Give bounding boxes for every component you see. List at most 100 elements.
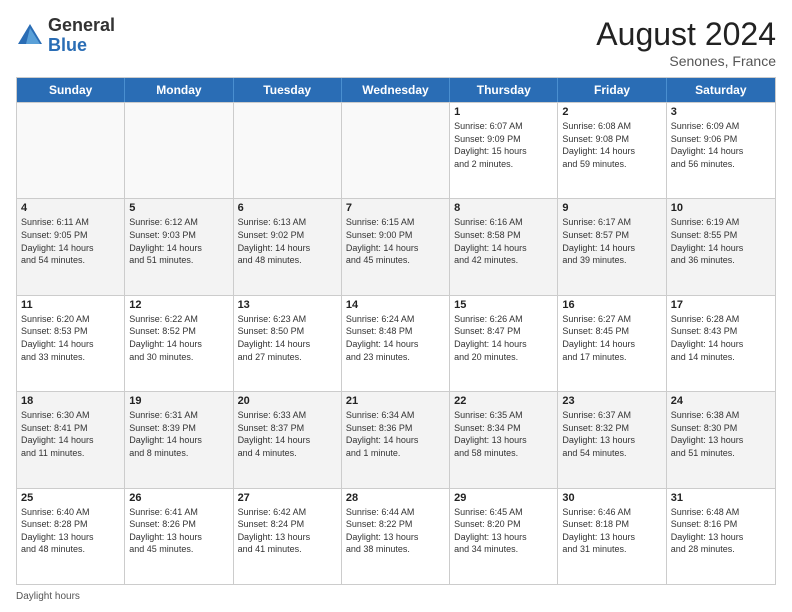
calendar-cell: 20 Sunrise: 6:33 AM Sunset: 8:37 PM Dayli…: [234, 392, 342, 487]
calendar-cell: 19 Sunrise: 6:31 AM Sunset: 8:39 PM Dayli…: [125, 392, 233, 487]
logo-blue-text: Blue: [48, 36, 115, 56]
day-info: Sunrise: 6:19 AM Sunset: 8:55 PM Dayligh…: [671, 216, 771, 266]
calendar-cell: 1 Sunrise: 6:07 AM Sunset: 9:09 PM Daylig…: [450, 103, 558, 198]
day-number: 20: [238, 395, 337, 407]
day-info: Sunrise: 6:08 AM Sunset: 9:08 PM Dayligh…: [562, 120, 661, 170]
header-tuesday: Tuesday: [234, 78, 342, 102]
day-number: 23: [562, 395, 661, 407]
calendar-cell: 23 Sunrise: 6:37 AM Sunset: 8:32 PM Dayli…: [558, 392, 666, 487]
day-number: 9: [562, 202, 661, 214]
day-info: Sunrise: 6:38 AM Sunset: 8:30 PM Dayligh…: [671, 409, 771, 459]
day-info: Sunrise: 6:22 AM Sunset: 8:52 PM Dayligh…: [129, 313, 228, 363]
day-info: Sunrise: 6:31 AM Sunset: 8:39 PM Dayligh…: [129, 409, 228, 459]
calendar-cell: 13 Sunrise: 6:23 AM Sunset: 8:50 PM Dayli…: [234, 296, 342, 391]
calendar-week-3: 11Sunrise: 6:20 AM Sunset: 8:53 PM Dayli…: [17, 295, 775, 391]
day-info: Sunrise: 6:26 AM Sunset: 8:47 PM Dayligh…: [454, 313, 553, 363]
calendar-cell: 3 Sunrise: 6:09 AM Sunset: 9:06 PM Daylig…: [667, 103, 775, 198]
day-info: Sunrise: 6:40 AM Sunset: 8:28 PM Dayligh…: [21, 506, 120, 556]
day-number: 6: [238, 202, 337, 214]
day-info: Sunrise: 6:41 AM Sunset: 8:26 PM Dayligh…: [129, 506, 228, 556]
month-title: August 2024: [596, 16, 776, 53]
day-number: 3: [671, 106, 771, 118]
calendar-week-1: 1 Sunrise: 6:07 AM Sunset: 9:09 PM Daylig…: [17, 102, 775, 198]
day-info: Sunrise: 6:15 AM Sunset: 9:00 PM Dayligh…: [346, 216, 445, 266]
day-number: 25: [21, 492, 120, 504]
calendar-week-4: 18Sunrise: 6:30 AM Sunset: 8:41 PM Dayli…: [17, 391, 775, 487]
calendar-cell: 11Sunrise: 6:20 AM Sunset: 8:53 PM Dayli…: [17, 296, 125, 391]
header-wednesday: Wednesday: [342, 78, 450, 102]
page: General Blue August 2024 Senones, France…: [0, 0, 792, 612]
calendar-cell: 5Sunrise: 6:12 AM Sunset: 9:03 PM Daylig…: [125, 199, 233, 294]
day-number: 17: [671, 299, 771, 311]
calendar-body: 1 Sunrise: 6:07 AM Sunset: 9:09 PM Daylig…: [17, 102, 775, 584]
day-number: 8: [454, 202, 553, 214]
calendar-cell: 8 Sunrise: 6:16 AM Sunset: 8:58 PM Daylig…: [450, 199, 558, 294]
footer-label: Daylight hours: [16, 591, 80, 602]
footer: Daylight hours: [16, 591, 776, 602]
day-number: 21: [346, 395, 445, 407]
header-saturday: Saturday: [667, 78, 775, 102]
day-number: 26: [129, 492, 228, 504]
calendar-cell: 22Sunrise: 6:35 AM Sunset: 8:34 PM Dayli…: [450, 392, 558, 487]
day-info: Sunrise: 6:23 AM Sunset: 8:50 PM Dayligh…: [238, 313, 337, 363]
calendar-cell: 17Sunrise: 6:28 AM Sunset: 8:43 PM Dayli…: [667, 296, 775, 391]
day-number: 24: [671, 395, 771, 407]
day-info: Sunrise: 6:33 AM Sunset: 8:37 PM Dayligh…: [238, 409, 337, 459]
day-number: 13: [238, 299, 337, 311]
calendar-cell: 21 Sunrise: 6:34 AM Sunset: 8:36 PM Dayli…: [342, 392, 450, 487]
day-number: 2: [562, 106, 661, 118]
day-info: Sunrise: 6:11 AM Sunset: 9:05 PM Dayligh…: [21, 216, 120, 266]
day-info: Sunrise: 6:35 AM Sunset: 8:34 PM Dayligh…: [454, 409, 553, 459]
header-thursday: Thursday: [450, 78, 558, 102]
day-number: 5: [129, 202, 228, 214]
day-number: 27: [238, 492, 337, 504]
calendar: Sunday Monday Tuesday Wednesday Thursday…: [16, 77, 776, 585]
calendar-cell: 14 Sunrise: 6:24 AM Sunset: 8:48 PM Dayli…: [342, 296, 450, 391]
calendar-cell: 28Sunrise: 6:44 AM Sunset: 8:22 PM Dayli…: [342, 489, 450, 584]
calendar-cell: 18Sunrise: 6:30 AM Sunset: 8:41 PM Dayli…: [17, 392, 125, 487]
calendar-week-5: 25 Sunrise: 6:40 AM Sunset: 8:28 PM Dayli…: [17, 488, 775, 584]
day-info: Sunrise: 6:16 AM Sunset: 8:58 PM Dayligh…: [454, 216, 553, 266]
header: General Blue August 2024 Senones, France: [16, 16, 776, 69]
calendar-cell: 26 Sunrise: 6:41 AM Sunset: 8:26 PM Dayli…: [125, 489, 233, 584]
calendar-cell: [125, 103, 233, 198]
header-sunday: Sunday: [17, 78, 125, 102]
calendar-cell: 31Sunrise: 6:48 AM Sunset: 8:16 PM Dayli…: [667, 489, 775, 584]
calendar-cell: [17, 103, 125, 198]
calendar-header-row: Sunday Monday Tuesday Wednesday Thursday…: [17, 78, 775, 102]
header-friday: Friday: [558, 78, 666, 102]
calendar-cell: 25 Sunrise: 6:40 AM Sunset: 8:28 PM Dayli…: [17, 489, 125, 584]
day-info: Sunrise: 6:42 AM Sunset: 8:24 PM Dayligh…: [238, 506, 337, 556]
day-info: Sunrise: 6:27 AM Sunset: 8:45 PM Dayligh…: [562, 313, 661, 363]
subtitle: Senones, France: [596, 53, 776, 69]
calendar-cell: 7 Sunrise: 6:15 AM Sunset: 9:00 PM Daylig…: [342, 199, 450, 294]
day-number: 1: [454, 106, 553, 118]
day-info: Sunrise: 6:46 AM Sunset: 8:18 PM Dayligh…: [562, 506, 661, 556]
calendar-cell: 10 Sunrise: 6:19 AM Sunset: 8:55 PM Dayli…: [667, 199, 775, 294]
calendar-cell: 9 Sunrise: 6:17 AM Sunset: 8:57 PM Daylig…: [558, 199, 666, 294]
day-info: Sunrise: 6:34 AM Sunset: 8:36 PM Dayligh…: [346, 409, 445, 459]
calendar-cell: [234, 103, 342, 198]
day-info: Sunrise: 6:48 AM Sunset: 8:16 PM Dayligh…: [671, 506, 771, 556]
calendar-cell: [342, 103, 450, 198]
day-info: Sunrise: 6:07 AM Sunset: 9:09 PM Dayligh…: [454, 120, 553, 170]
day-number: 19: [129, 395, 228, 407]
logo-icon: [16, 22, 44, 50]
day-info: Sunrise: 6:09 AM Sunset: 9:06 PM Dayligh…: [671, 120, 771, 170]
calendar-cell: 29Sunrise: 6:45 AM Sunset: 8:20 PM Dayli…: [450, 489, 558, 584]
day-info: Sunrise: 6:37 AM Sunset: 8:32 PM Dayligh…: [562, 409, 661, 459]
day-number: 14: [346, 299, 445, 311]
day-number: 16: [562, 299, 661, 311]
calendar-cell: 30Sunrise: 6:46 AM Sunset: 8:18 PM Dayli…: [558, 489, 666, 584]
day-number: 7: [346, 202, 445, 214]
day-info: Sunrise: 6:17 AM Sunset: 8:57 PM Dayligh…: [562, 216, 661, 266]
day-number: 4: [21, 202, 120, 214]
calendar-cell: 27 Sunrise: 6:42 AM Sunset: 8:24 PM Dayli…: [234, 489, 342, 584]
logo: General Blue: [16, 16, 115, 56]
day-info: Sunrise: 6:24 AM Sunset: 8:48 PM Dayligh…: [346, 313, 445, 363]
day-number: 29: [454, 492, 553, 504]
calendar-cell: 24 Sunrise: 6:38 AM Sunset: 8:30 PM Dayli…: [667, 392, 775, 487]
calendar-cell: 2 Sunrise: 6:08 AM Sunset: 9:08 PM Daylig…: [558, 103, 666, 198]
day-number: 10: [671, 202, 771, 214]
day-number: 11: [21, 299, 120, 311]
